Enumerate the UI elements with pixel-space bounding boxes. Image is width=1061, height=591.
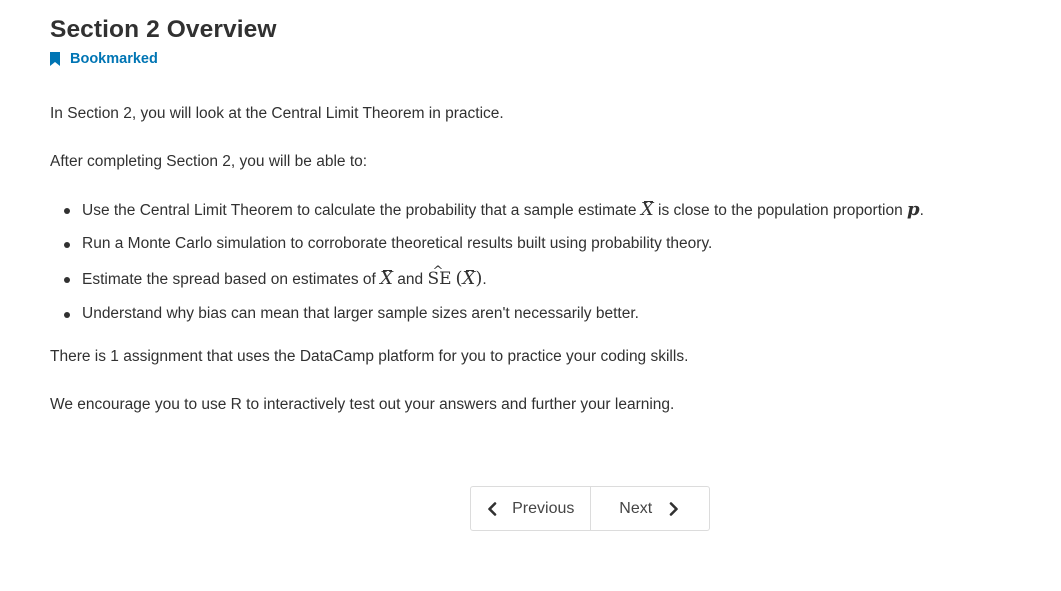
math-paren-open: ( (455, 268, 463, 289)
pagination: Previous Next (470, 486, 710, 531)
encouragement-text: We encourage you to use R to interactive… (50, 396, 675, 413)
chevron-right-icon (669, 501, 679, 516)
assignment-note: There is 1 assignment that uses the Data… (50, 348, 689, 365)
page-title: Section 2 Overview (50, 16, 277, 43)
previous-label: Previous (512, 499, 575, 517)
bookmark-label: Bookmarked (70, 51, 158, 67)
previous-button[interactable]: Previous (471, 487, 591, 530)
math-p: p (907, 199, 920, 220)
objective-text: . (482, 271, 487, 288)
chevron-left-icon (488, 501, 497, 516)
objective-text: Understand why bias can mean that larger… (82, 305, 639, 322)
objective-text: and (392, 271, 428, 288)
list-item: Estimate the spread based on estimates o… (50, 264, 487, 289)
objective-text: Estimate the spread based on estimates o… (82, 271, 381, 288)
list-item: Understand why bias can mean that larger… (50, 304, 639, 324)
bookmark-button[interactable]: Bookmarked (50, 51, 158, 67)
math-se-hat: ^ SE (427, 264, 451, 288)
list-item: Use the Central Limit Theorem to calcula… (50, 200, 924, 220)
math-x-bar: X (640, 199, 654, 220)
next-label: Next (619, 499, 653, 517)
objective-text: . (919, 202, 924, 219)
objectives-lead: After completing Section 2, you will be … (50, 153, 368, 170)
math-x-bar: X (380, 268, 393, 289)
intro-text: In Section 2, you will look at the Centr… (50, 105, 504, 122)
bookmark-icon (50, 52, 60, 66)
objective-text: is close to the population proportion (653, 202, 908, 219)
hat-accent: ^ (432, 264, 444, 279)
math-x-bar: X (462, 268, 476, 289)
objective-text: Run a Monte Carlo simulation to corrobor… (82, 235, 713, 252)
objective-text: Use the Central Limit Theorem to calcula… (82, 202, 641, 219)
list-item: Run a Monte Carlo simulation to corrobor… (50, 234, 712, 254)
next-button[interactable]: Next (591, 487, 710, 530)
